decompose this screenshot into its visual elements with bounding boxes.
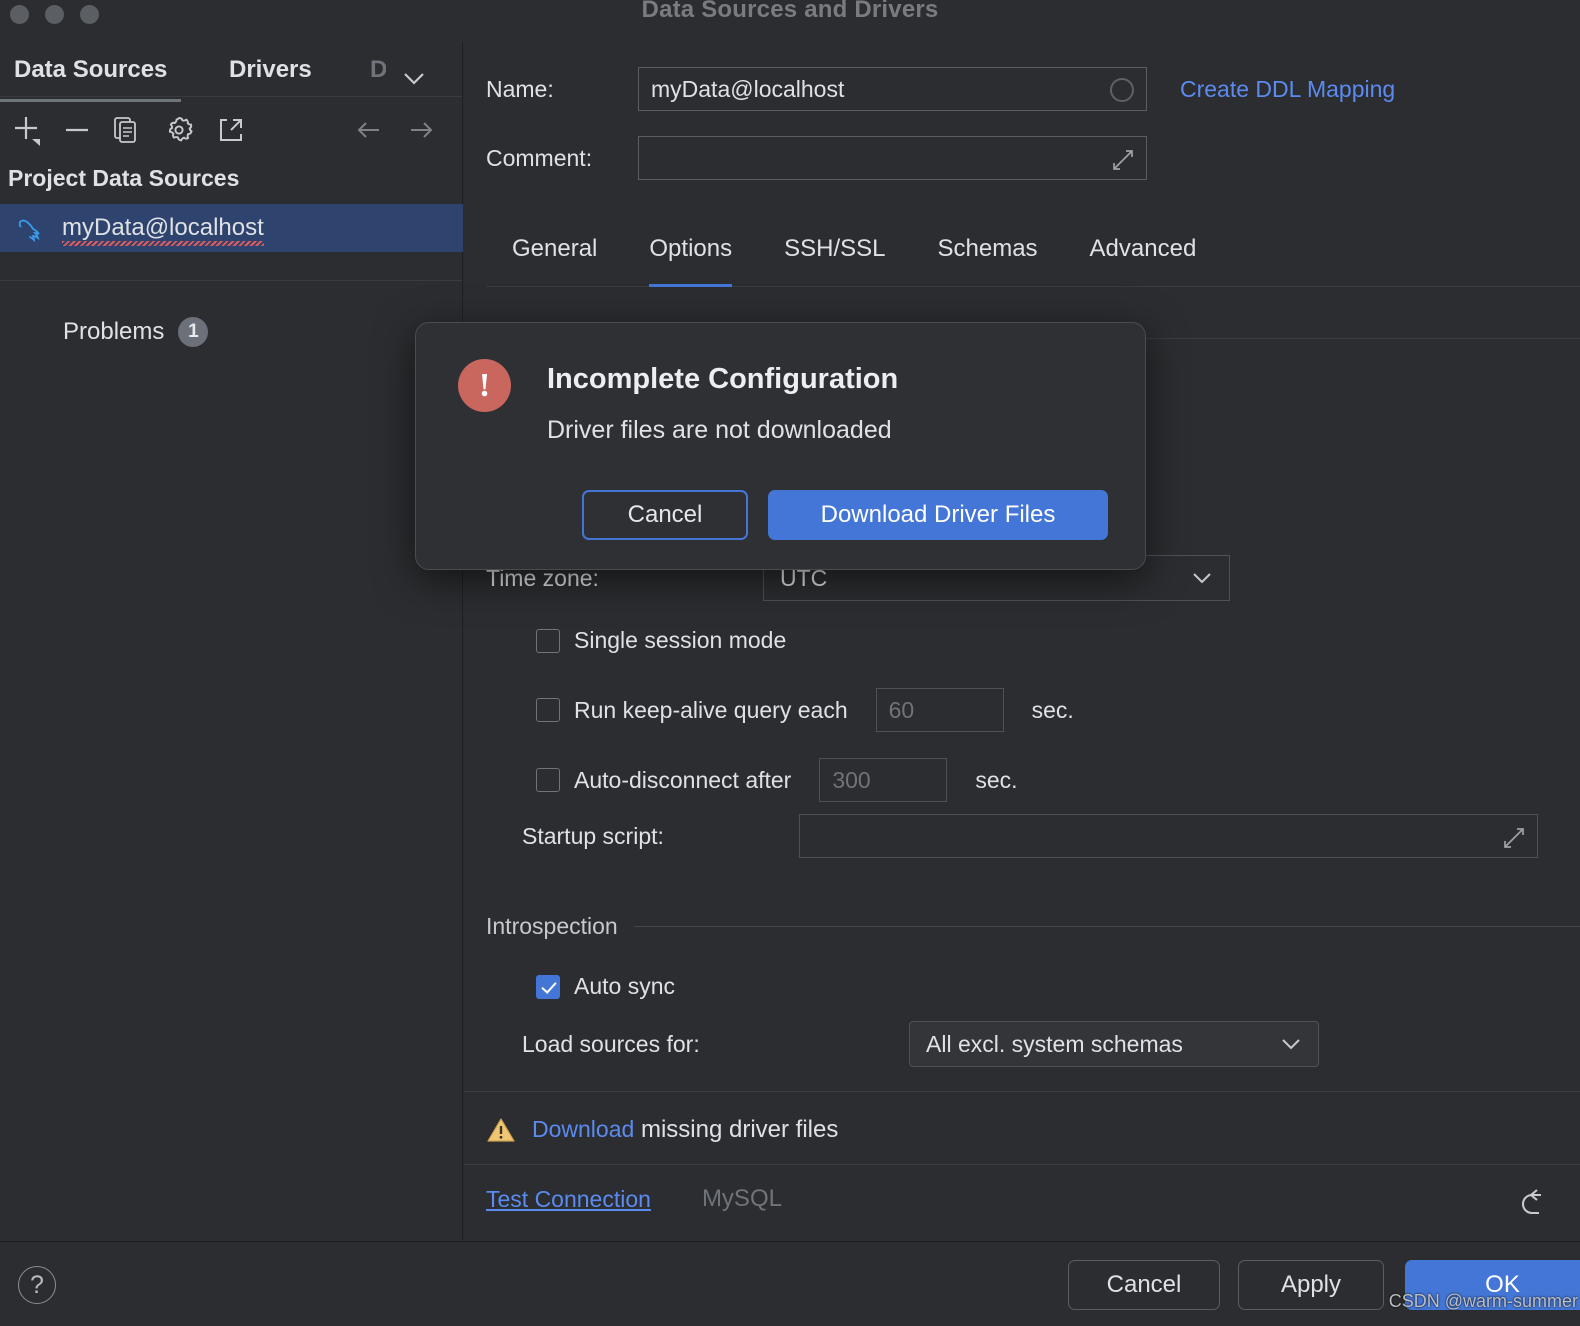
auto-sync-label: Auto sync bbox=[574, 973, 675, 999]
tab-truncated[interactable]: D bbox=[370, 56, 386, 84]
download-driver-files-button[interactable]: Download Driver Files bbox=[768, 490, 1108, 540]
keepalive-label: Run keep-alive query each bbox=[574, 696, 848, 723]
apply-button[interactable]: Apply bbox=[1238, 1260, 1384, 1310]
keepalive-checkbox[interactable] bbox=[536, 698, 560, 722]
test-connection-link[interactable]: Test Connection bbox=[486, 1186, 651, 1213]
download-driver-link[interactable]: Download bbox=[532, 1116, 634, 1142]
list-item-label: myData@localhost bbox=[62, 214, 264, 246]
tab-schemas[interactable]: Schemas bbox=[912, 227, 1064, 286]
arrow-left-icon[interactable] bbox=[352, 113, 386, 147]
test-connection-row: Test Connection MySQL bbox=[486, 1185, 782, 1213]
tab-drivers[interactable]: Drivers bbox=[229, 56, 312, 84]
project-data-sources-header: Project Data Sources bbox=[8, 165, 240, 191]
startup-script-label: Startup script: bbox=[522, 822, 664, 849]
incomplete-configuration-dialog: ! Incomplete Configuration Driver files … bbox=[415, 322, 1146, 570]
tab-general[interactable]: General bbox=[486, 227, 623, 286]
spellcheck-underline bbox=[62, 241, 264, 246]
chevron-down-icon bbox=[1278, 1035, 1304, 1053]
help-button[interactable]: ? bbox=[18, 1266, 56, 1304]
expand-editor-icon[interactable] bbox=[1110, 147, 1136, 173]
group-divider bbox=[633, 926, 1580, 927]
cancel-button[interactable]: Cancel bbox=[1068, 1260, 1220, 1310]
revert-changes-icon[interactable] bbox=[1516, 1185, 1558, 1225]
status-indicator-icon bbox=[1110, 78, 1134, 102]
create-ddl-mapping-link[interactable]: Create DDL Mapping bbox=[1180, 76, 1395, 103]
auto-sync-row[interactable]: Auto sync bbox=[536, 973, 675, 1000]
introspection-group-header: Introspection bbox=[486, 913, 1580, 940]
autodisconnect-label: Auto-disconnect after bbox=[574, 766, 792, 793]
startup-script-row: Startup script: bbox=[522, 814, 1538, 858]
dialog-cancel-button[interactable]: Cancel bbox=[582, 490, 748, 540]
load-sources-select[interactable]: All excl. system schemas bbox=[909, 1021, 1319, 1067]
tab-advanced[interactable]: Advanced bbox=[1064, 227, 1223, 286]
data-sources-and-drivers-window: Data Sources and Drivers Data Sources Dr… bbox=[0, 0, 1580, 1326]
driver-name-label: MySQL bbox=[701, 1185, 782, 1212]
single-session-mode-label: Single session mode bbox=[574, 627, 787, 653]
dialog-title: Incomplete Configuration bbox=[547, 363, 899, 395]
window-title: Data Sources and Drivers bbox=[641, 0, 939, 23]
left-sidebar: Data Sources Drivers D Project Data Sour… bbox=[0, 42, 463, 1240]
autodisconnect-input[interactable]: 300 bbox=[819, 758, 948, 802]
name-input-value: myData@localhost bbox=[651, 75, 845, 102]
name-label: Name: bbox=[486, 75, 554, 102]
duplicate-icon[interactable] bbox=[110, 113, 144, 147]
keepalive-input[interactable]: 60 bbox=[875, 688, 1004, 732]
problems-section[interactable]: Problems 1 bbox=[0, 317, 462, 347]
load-sources-row: Load sources for: All excl. system schem… bbox=[522, 1021, 1319, 1067]
warning-section-divider-top bbox=[464, 1091, 1580, 1092]
problems-label: Problems bbox=[63, 318, 165, 345]
problems-count-badge: 1 bbox=[178, 317, 209, 347]
settings-gear-icon[interactable] bbox=[162, 113, 196, 147]
arrow-right-icon[interactable] bbox=[404, 113, 438, 147]
warning-triangle-icon bbox=[486, 1116, 516, 1144]
single-session-mode-checkbox-row[interactable]: Single session mode bbox=[536, 627, 786, 654]
chevron-down-icon bbox=[1189, 569, 1215, 587]
mysql-dolphin-icon bbox=[14, 213, 48, 243]
list-item[interactable]: myData@localhost bbox=[0, 204, 463, 252]
warning-section-divider-bottom bbox=[464, 1164, 1580, 1165]
tab-options[interactable]: Options bbox=[623, 227, 758, 287]
auto-sync-checkbox[interactable] bbox=[536, 974, 560, 999]
name-input[interactable]: myData@localhost bbox=[638, 67, 1147, 111]
sidebar-toolbar bbox=[0, 97, 462, 159]
window-titlebar: Data Sources and Drivers bbox=[0, 0, 1580, 42]
main-panel: Name: myData@localhost Create DDL Mappin… bbox=[464, 42, 1580, 1240]
autodisconnect-checkbox[interactable] bbox=[536, 768, 560, 792]
keepalive-unit: sec. bbox=[1031, 696, 1074, 723]
load-sources-label: Load sources for: bbox=[522, 1030, 700, 1057]
chevron-down-icon[interactable] bbox=[398, 66, 430, 90]
dialog-message: Driver files are not downloaded bbox=[547, 416, 892, 444]
comment-label: Comment: bbox=[486, 144, 593, 171]
autodisconnect-unit: sec. bbox=[975, 766, 1018, 793]
sidebar-divider bbox=[0, 280, 462, 281]
add-icon[interactable] bbox=[10, 113, 44, 147]
driver-warning-row: Download missing driver files bbox=[486, 1116, 838, 1144]
expand-editor-icon[interactable] bbox=[1501, 825, 1527, 851]
startup-script-input[interactable] bbox=[799, 814, 1538, 858]
error-exclamation-icon: ! bbox=[458, 359, 511, 412]
load-sources-value: All excl. system schemas bbox=[926, 1030, 1183, 1057]
settings-tab-bar: General Options SSH/SSL Schemas Advanced bbox=[486, 227, 1580, 287]
autodisconnect-row[interactable]: Auto-disconnect after 300 sec. bbox=[536, 758, 1018, 802]
comment-input[interactable] bbox=[638, 136, 1147, 180]
comment-row: Comment: bbox=[486, 136, 1147, 180]
tab-ssh-ssl[interactable]: SSH/SSL bbox=[758, 227, 911, 286]
share-export-icon[interactable] bbox=[214, 113, 248, 147]
single-session-mode-checkbox[interactable] bbox=[536, 628, 560, 653]
keepalive-row[interactable]: Run keep-alive query each 60 sec. bbox=[536, 688, 1074, 732]
name-row: Name: myData@localhost Create DDL Mappin… bbox=[486, 67, 1395, 111]
tab-data-sources[interactable]: Data Sources bbox=[0, 56, 182, 102]
watermark: CSDN @warm-summer bbox=[1388, 1291, 1578, 1311]
driver-warning-rest: missing driver files bbox=[634, 1116, 839, 1143]
driver-warning-text: Download missing driver files bbox=[532, 1116, 838, 1144]
sidebar-tab-bar: Data Sources Drivers D bbox=[0, 42, 462, 102]
introspection-group-label: Introspection bbox=[486, 913, 618, 939]
dialog-footer: ? Cancel Apply OK CSDN @warm-summer bbox=[0, 1241, 1580, 1326]
remove-icon[interactable] bbox=[60, 113, 94, 147]
